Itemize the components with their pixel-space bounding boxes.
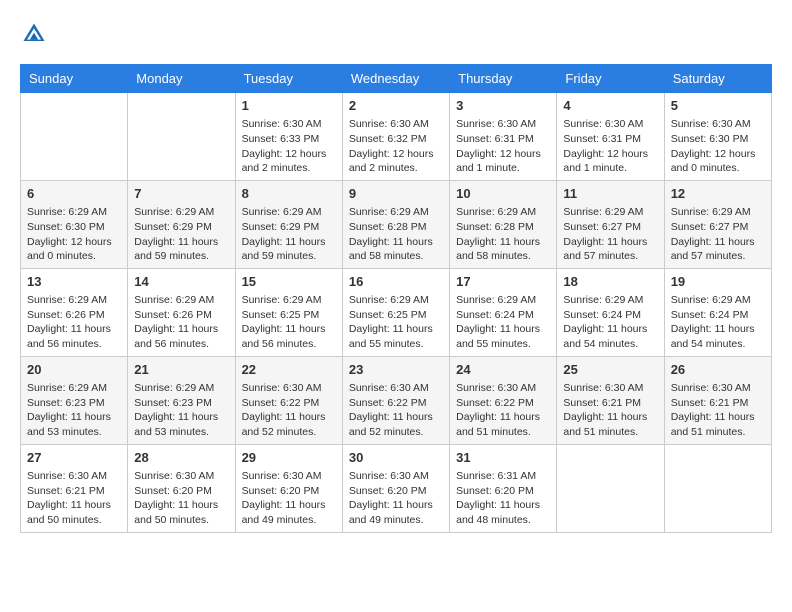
calendar-week-1: 1Sunrise: 6:30 AM Sunset: 6:33 PM Daylig… (21, 93, 772, 181)
day-header-saturday: Saturday (664, 65, 771, 93)
calendar-cell: 7Sunrise: 6:29 AM Sunset: 6:29 PM Daylig… (128, 180, 235, 268)
calendar-cell: 15Sunrise: 6:29 AM Sunset: 6:25 PM Dayli… (235, 268, 342, 356)
day-number: 18 (563, 273, 657, 291)
calendar-cell: 28Sunrise: 6:30 AM Sunset: 6:20 PM Dayli… (128, 444, 235, 532)
calendar-week-5: 27Sunrise: 6:30 AM Sunset: 6:21 PM Dayli… (21, 444, 772, 532)
day-number: 7 (134, 185, 228, 203)
calendar-cell (21, 93, 128, 181)
calendar-cell: 20Sunrise: 6:29 AM Sunset: 6:23 PM Dayli… (21, 356, 128, 444)
calendar-cell (557, 444, 664, 532)
calendar-table: SundayMondayTuesdayWednesdayThursdayFrid… (20, 64, 772, 533)
calendar-cell: 13Sunrise: 6:29 AM Sunset: 6:26 PM Dayli… (21, 268, 128, 356)
calendar-cell: 9Sunrise: 6:29 AM Sunset: 6:28 PM Daylig… (342, 180, 449, 268)
day-number: 27 (27, 449, 121, 467)
day-number: 11 (563, 185, 657, 203)
calendar-cell: 10Sunrise: 6:29 AM Sunset: 6:28 PM Dayli… (450, 180, 557, 268)
calendar-cell: 31Sunrise: 6:31 AM Sunset: 6:20 PM Dayli… (450, 444, 557, 532)
day-number: 19 (671, 273, 765, 291)
day-number: 5 (671, 97, 765, 115)
day-header-wednesday: Wednesday (342, 65, 449, 93)
calendar-cell: 21Sunrise: 6:29 AM Sunset: 6:23 PM Dayli… (128, 356, 235, 444)
calendar-cell: 30Sunrise: 6:30 AM Sunset: 6:20 PM Dayli… (342, 444, 449, 532)
calendar-cell: 2Sunrise: 6:30 AM Sunset: 6:32 PM Daylig… (342, 93, 449, 181)
calendar-cell: 19Sunrise: 6:29 AM Sunset: 6:24 PM Dayli… (664, 268, 771, 356)
calendar-cell: 4Sunrise: 6:30 AM Sunset: 6:31 PM Daylig… (557, 93, 664, 181)
day-number: 2 (349, 97, 443, 115)
calendar-cell: 3Sunrise: 6:30 AM Sunset: 6:31 PM Daylig… (450, 93, 557, 181)
calendar-cell: 25Sunrise: 6:30 AM Sunset: 6:21 PM Dayli… (557, 356, 664, 444)
day-number: 4 (563, 97, 657, 115)
day-number: 15 (242, 273, 336, 291)
day-number: 31 (456, 449, 550, 467)
day-number: 20 (27, 361, 121, 379)
day-number: 14 (134, 273, 228, 291)
calendar-week-3: 13Sunrise: 6:29 AM Sunset: 6:26 PM Dayli… (21, 268, 772, 356)
day-number: 28 (134, 449, 228, 467)
day-number: 9 (349, 185, 443, 203)
day-number: 10 (456, 185, 550, 203)
calendar-cell: 26Sunrise: 6:30 AM Sunset: 6:21 PM Dayli… (664, 356, 771, 444)
calendar-cell: 23Sunrise: 6:30 AM Sunset: 6:22 PM Dayli… (342, 356, 449, 444)
calendar-cell: 6Sunrise: 6:29 AM Sunset: 6:30 PM Daylig… (21, 180, 128, 268)
calendar-cell: 27Sunrise: 6:30 AM Sunset: 6:21 PM Dayli… (21, 444, 128, 532)
day-number: 21 (134, 361, 228, 379)
calendar-cell: 5Sunrise: 6:30 AM Sunset: 6:30 PM Daylig… (664, 93, 771, 181)
calendar-cell: 12Sunrise: 6:29 AM Sunset: 6:27 PM Dayli… (664, 180, 771, 268)
day-number: 26 (671, 361, 765, 379)
day-header-sunday: Sunday (21, 65, 128, 93)
day-number: 17 (456, 273, 550, 291)
calendar-week-4: 20Sunrise: 6:29 AM Sunset: 6:23 PM Dayli… (21, 356, 772, 444)
calendar-cell: 18Sunrise: 6:29 AM Sunset: 6:24 PM Dayli… (557, 268, 664, 356)
day-number: 13 (27, 273, 121, 291)
calendar-cell: 1Sunrise: 6:30 AM Sunset: 6:33 PM Daylig… (235, 93, 342, 181)
day-number: 22 (242, 361, 336, 379)
calendar-cell: 22Sunrise: 6:30 AM Sunset: 6:22 PM Dayli… (235, 356, 342, 444)
day-number: 8 (242, 185, 336, 203)
calendar-cell: 14Sunrise: 6:29 AM Sunset: 6:26 PM Dayli… (128, 268, 235, 356)
calendar-week-2: 6Sunrise: 6:29 AM Sunset: 6:30 PM Daylig… (21, 180, 772, 268)
day-number: 29 (242, 449, 336, 467)
day-number: 1 (242, 97, 336, 115)
logo (20, 20, 52, 48)
calendar-cell: 24Sunrise: 6:30 AM Sunset: 6:22 PM Dayli… (450, 356, 557, 444)
day-header-thursday: Thursday (450, 65, 557, 93)
calendar-cell: 16Sunrise: 6:29 AM Sunset: 6:25 PM Dayli… (342, 268, 449, 356)
day-number: 25 (563, 361, 657, 379)
day-number: 3 (456, 97, 550, 115)
calendar-header-row: SundayMondayTuesdayWednesdayThursdayFrid… (21, 65, 772, 93)
calendar-cell: 17Sunrise: 6:29 AM Sunset: 6:24 PM Dayli… (450, 268, 557, 356)
calendar-cell: 8Sunrise: 6:29 AM Sunset: 6:29 PM Daylig… (235, 180, 342, 268)
page-header (20, 20, 772, 48)
day-number: 23 (349, 361, 443, 379)
day-number: 16 (349, 273, 443, 291)
calendar-cell: 11Sunrise: 6:29 AM Sunset: 6:27 PM Dayli… (557, 180, 664, 268)
logo-icon (20, 20, 48, 48)
day-number: 24 (456, 361, 550, 379)
calendar-cell: 29Sunrise: 6:30 AM Sunset: 6:20 PM Dayli… (235, 444, 342, 532)
calendar-cell (128, 93, 235, 181)
day-header-monday: Monday (128, 65, 235, 93)
day-number: 12 (671, 185, 765, 203)
day-header-friday: Friday (557, 65, 664, 93)
calendar-cell (664, 444, 771, 532)
day-number: 30 (349, 449, 443, 467)
day-header-tuesday: Tuesday (235, 65, 342, 93)
day-number: 6 (27, 185, 121, 203)
